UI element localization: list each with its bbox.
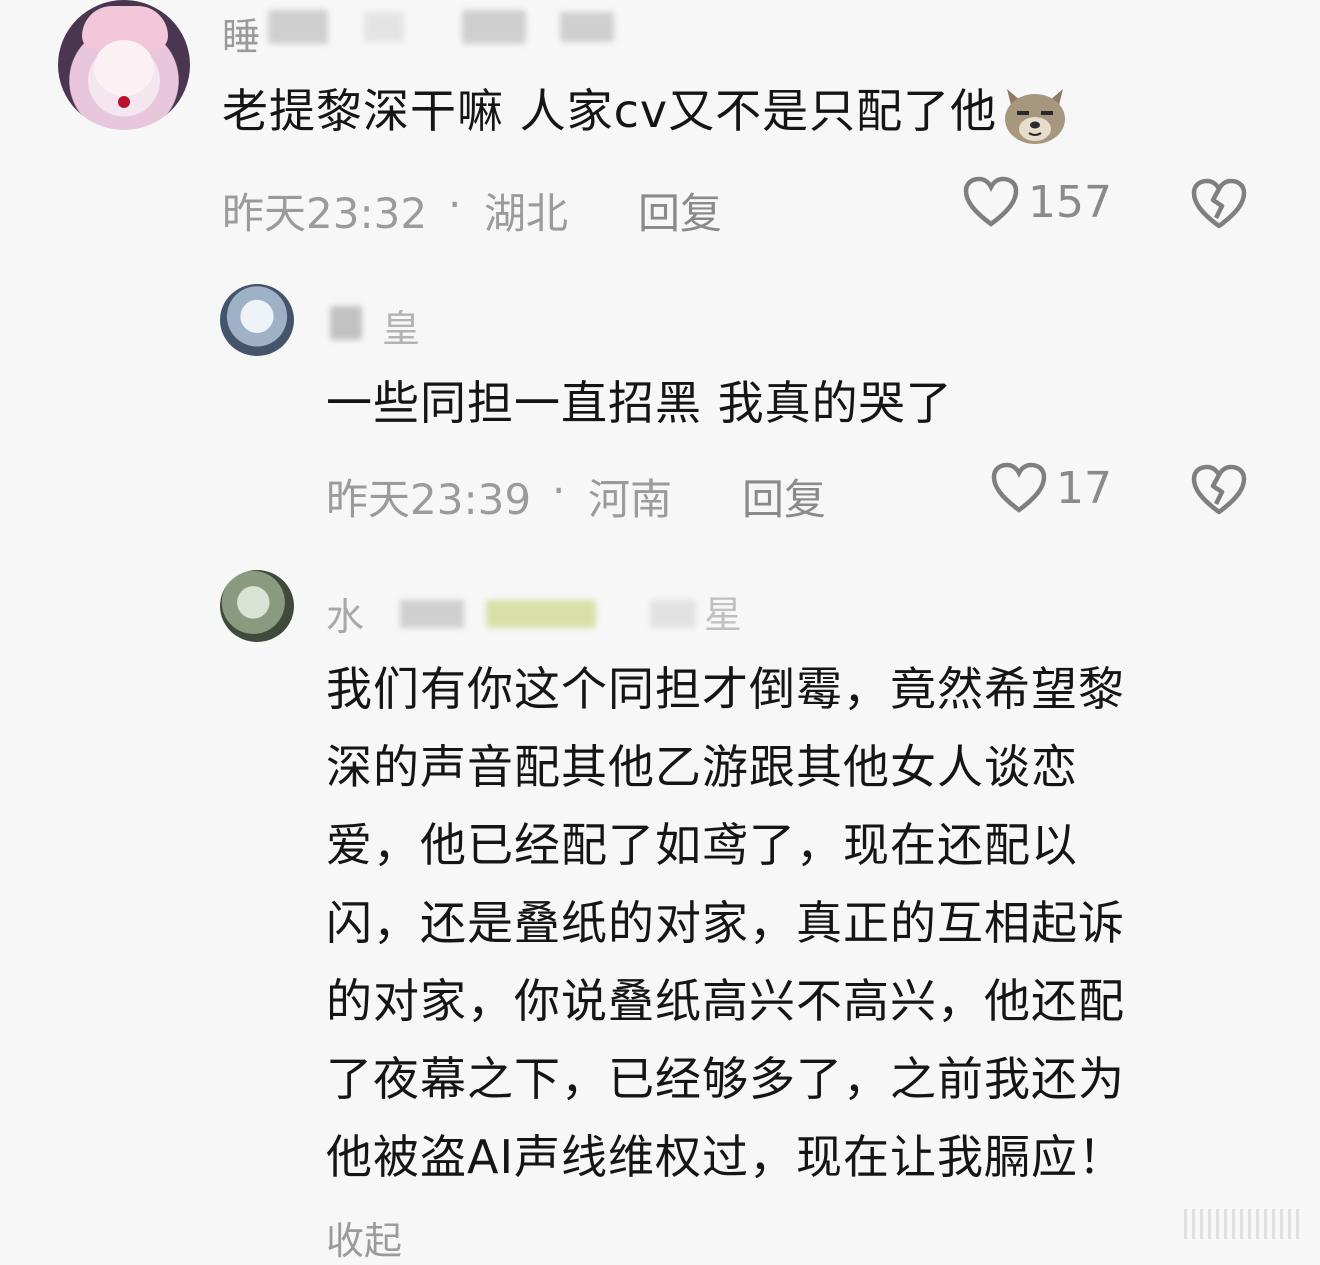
comment-line: 的对家，你说叠纸高兴不高兴，他还配 [326, 974, 1125, 1028]
broken-heart-icon[interactable] [1190, 464, 1248, 516]
reply-button[interactable]: 回复 [742, 466, 826, 527]
comment-text: 老提黎深干嘛 人家cv又不是只配了他 [222, 72, 1069, 150]
like-count: 17 [1056, 462, 1112, 514]
like-button[interactable]: 157 [962, 176, 1112, 228]
username: 星 [704, 593, 743, 637]
dog-emoji-icon [1005, 88, 1066, 144]
comment-time: 昨天23:39 [326, 475, 532, 524]
username[interactable]: 皇 [382, 298, 420, 353]
avatar[interactable] [220, 284, 294, 356]
comment-location: 河南 [588, 475, 673, 524]
reply-button[interactable]: 回复 [638, 180, 722, 241]
blurred-username [560, 12, 614, 42]
blurred-username [462, 10, 526, 44]
collapse-button[interactable]: 收起 [326, 1210, 402, 1265]
comment-text: 一些同担一直招黑 我真的哭了 [326, 376, 953, 430]
comment-line: 深的声音配其他乙游跟其他女人谈恋 [326, 740, 1078, 794]
comment-line: 我们有你这个同担才倒霉，竟然希望黎 [326, 662, 1125, 716]
comment-line: 他被盗AI声线维权过，现在让我膈应！ [326, 1130, 1126, 1184]
avatar[interactable] [220, 570, 294, 642]
blurred-username [330, 306, 362, 340]
username[interactable]: 睡 [222, 6, 260, 61]
comment-line: 爱，他已经配了如鸢了，现在还配以 [326, 818, 1078, 872]
meta-separator: · [448, 180, 462, 229]
blurred-username [650, 600, 696, 628]
watermark [1184, 1209, 1304, 1239]
meta-separator: · [552, 466, 566, 515]
blurred-username [268, 10, 328, 44]
comment-text: 我们有你这个同担才倒霉，竟然希望黎 深的声音配其他乙游跟其他女人谈恋 爱，他已经… [326, 650, 1286, 1196]
username[interactable]: 水 [326, 586, 364, 641]
blurred-username [364, 12, 404, 42]
comment-location: 湖北 [484, 189, 569, 238]
comment-line: 了夜幕之下，已经够多了，之前我还为 [326, 1052, 1125, 1106]
blurred-username [400, 600, 464, 628]
broken-heart-icon[interactable] [1190, 178, 1248, 230]
heart-outline-icon [990, 462, 1048, 514]
comment-time: 昨天23:32 [222, 189, 428, 238]
comment-line: 闪，还是叠纸的对家，真正的互相起诉 [326, 896, 1125, 950]
heart-outline-icon [962, 176, 1020, 228]
like-count: 157 [1028, 176, 1112, 228]
avatar[interactable] [58, 0, 190, 130]
blurred-username [486, 600, 596, 628]
like-button[interactable]: 17 [990, 462, 1112, 514]
